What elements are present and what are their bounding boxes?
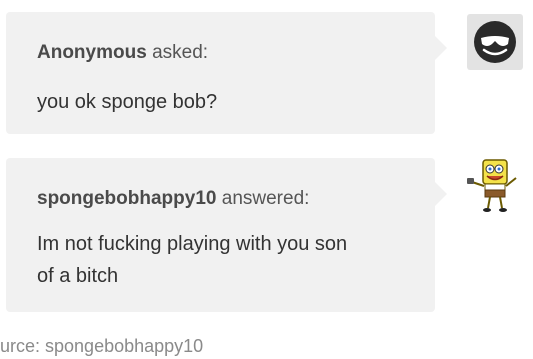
answer-line-1: Im not fucking playing with you son [37, 233, 348, 255]
answerer-name[interactable]: spongebobhappy10 [37, 188, 216, 209]
question-bubble: Anonymous asked: you ok sponge bob? [6, 12, 447, 134]
question-header: Anonymous asked: [37, 42, 208, 64]
answer-text: Im not fucking playing with you son of a… [37, 228, 417, 292]
asked-verb: asked: [152, 42, 209, 63]
anonymous-sunglasses-avatar-icon[interactable] [467, 14, 523, 70]
answer-bubble: spongebobhappy10 answered: Im not fuckin… [6, 158, 447, 312]
asker-name[interactable]: Anonymous [37, 42, 147, 63]
answer-header: spongebobhappy10 answered: [37, 188, 309, 210]
source-link[interactable]: ource: spongebobhappy10 [0, 336, 203, 357]
ask-answer-post: Anonymous asked: you ok sponge bob? spon… [0, 0, 533, 359]
answered-verb: answered: [221, 188, 310, 209]
answer-line-2: of a bitch [37, 265, 119, 287]
spongebob-avatar-icon[interactable] [464, 156, 520, 212]
question-text: you ok sponge bob? [37, 91, 218, 113]
